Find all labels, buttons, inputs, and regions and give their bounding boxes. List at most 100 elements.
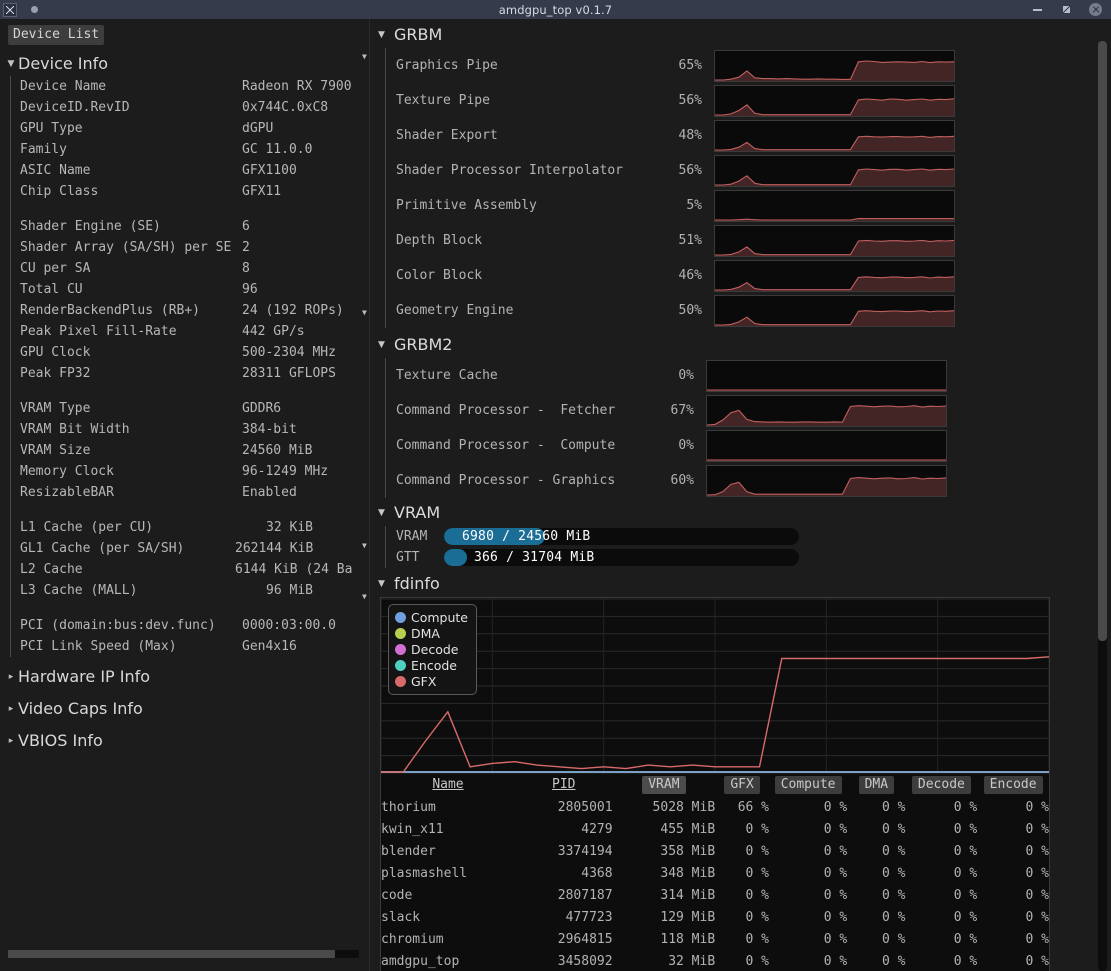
table-column-header-decode[interactable]: Decode xyxy=(906,774,978,797)
scroll-down-caret-icon[interactable]: ▼ xyxy=(362,52,367,61)
table-column-header-pid[interactable]: PID xyxy=(515,774,613,797)
device-info-value: 24560 MiB xyxy=(242,440,312,461)
device-info-row: Shader Array (SA/SH) per SE2 xyxy=(20,237,369,258)
legend-item[interactable]: DMA xyxy=(395,625,468,641)
close-button[interactable] xyxy=(1089,3,1102,16)
metric-sparkline xyxy=(714,190,955,222)
right-panel-vertical-scrollbar[interactable] xyxy=(1098,41,1107,971)
table-column-header-name[interactable]: Name xyxy=(381,774,515,797)
table-cell-vram: 118 MiB xyxy=(613,929,716,951)
table-cell-gfx: 0 % xyxy=(715,907,769,929)
legend-label: DMA xyxy=(411,626,440,641)
scroll-down-caret-icon[interactable]: ▼ xyxy=(362,541,367,550)
device-info-row: CU per SA8 xyxy=(20,258,369,279)
metric-row: Command Processor - Compute0% xyxy=(396,428,1111,463)
legend-item[interactable]: Decode xyxy=(395,641,468,657)
scroll-down-caret-icon[interactable]: ▼ xyxy=(362,308,367,317)
column-header-label: Compute xyxy=(775,776,842,794)
device-info-value: 32 KiB xyxy=(235,517,313,538)
sidebar-section-vbios-info[interactable]: ▸ VBIOS Info xyxy=(0,728,369,753)
scrollbar-thumb[interactable] xyxy=(1098,41,1107,641)
table-row[interactable]: amdgpu_top345809232 MiB0 %0 %0 %0 %0 % xyxy=(381,951,1049,971)
device-info-key: GPU Type xyxy=(20,118,242,139)
device-info-row: VRAM Bit Width384-bit xyxy=(20,419,369,440)
table-row[interactable]: plasmashell4368348 MiB0 %0 %0 %0 %0 % xyxy=(381,863,1049,885)
table-row[interactable]: blender3374194358 MiB0 %0 %0 %0 %0 % xyxy=(381,841,1049,863)
minimize-button[interactable] xyxy=(1031,3,1044,16)
table-cell-gfx: 66 % xyxy=(715,797,769,819)
metric-label: Command Processor - Fetcher xyxy=(396,403,654,418)
table-column-header-compute[interactable]: Compute xyxy=(769,774,847,797)
table-cell-name: blender xyxy=(381,841,515,863)
table-cell-pid: 477723 xyxy=(515,907,613,929)
device-info-row: GPU Clock500-2304 MHz xyxy=(20,342,369,363)
table-cell-encode: 0 % xyxy=(977,841,1049,863)
device-info-key: L2 Cache xyxy=(20,559,235,580)
left-panel-horizontal-scrollbar[interactable] xyxy=(8,950,359,958)
legend-item[interactable]: GFX xyxy=(395,673,468,689)
table-cell-name: kwin_x11 xyxy=(381,819,515,841)
table-row[interactable]: slack477723129 MiB0 %0 %0 %0 %0 % xyxy=(381,907,1049,929)
section-fdinfo[interactable]: ▼ fdinfo xyxy=(370,571,1111,597)
device-info-key: ResizableBAR xyxy=(20,482,242,503)
metric-label: Texture Pipe xyxy=(396,93,646,108)
table-cell-vram: 455 MiB xyxy=(613,819,716,841)
metric-value: 50% xyxy=(646,303,702,318)
column-header-label: GFX xyxy=(724,776,759,794)
legend-item[interactable]: Encode xyxy=(395,657,468,673)
metric-value: 51% xyxy=(646,233,702,248)
table-row[interactable]: code2807187314 MiB0 %0 %0 %0 %0 % xyxy=(381,885,1049,907)
table-row[interactable]: kwin_x114279455 MiB0 %0 %0 %0 %0 % xyxy=(381,819,1049,841)
table-cell-name: slack xyxy=(381,907,515,929)
device-info-key: Shader Array (SA/SH) per SE xyxy=(20,237,242,258)
device-info-value: Radeon RX 7900 xyxy=(242,76,359,97)
window-menu-dot[interactable] xyxy=(31,6,38,13)
chevron-down-icon: ▼ xyxy=(378,340,394,350)
metric-value: 65% xyxy=(646,58,702,73)
app-icon xyxy=(3,3,17,17)
scroll-down-caret-icon[interactable]: ▼ xyxy=(362,592,367,601)
table-cell-encode: 0 % xyxy=(977,797,1049,819)
fdinfo-chart-legend: ComputeDMADecodeEncodeGFX xyxy=(388,604,477,695)
table-row[interactable]: thorium28050015028 MiB66 %0 %0 %0 %0 % xyxy=(381,797,1049,819)
fdinfo-chart-svg xyxy=(381,598,1049,774)
table-column-header-gfx[interactable]: GFX xyxy=(715,774,769,797)
table-cell-dma: 0 % xyxy=(847,907,905,929)
device-info-key: PCI Link Speed (Max) xyxy=(20,636,242,657)
sidebar-section-label: Video Caps Info xyxy=(18,699,143,718)
maximize-button[interactable] xyxy=(1060,3,1073,16)
legend-item[interactable]: Compute xyxy=(395,609,468,625)
section-grbm2[interactable]: ▼ GRBM2 xyxy=(370,332,1111,358)
device-info-key: Shader Engine (SE) xyxy=(20,216,242,237)
metric-label: Color Block xyxy=(396,268,646,283)
main-content: Device List ▼ Device Info Device NameRad… xyxy=(0,19,1111,971)
table-column-header-dma[interactable]: DMA xyxy=(847,774,905,797)
table-column-header-vram[interactable]: VRAM xyxy=(613,774,716,797)
legend-label: Decode xyxy=(411,642,458,657)
section-label: VRAM xyxy=(394,503,440,522)
device-info-value: 96 xyxy=(242,279,258,300)
device-info-key: Memory Clock xyxy=(20,461,242,482)
device-info-row: PCI (domain:bus:dev.func)0000:03:00.0 xyxy=(20,615,369,636)
table-cell-gfx: 0 % xyxy=(715,819,769,841)
table-cell-compute: 0 % xyxy=(769,907,847,929)
device-list-button[interactable]: Device List xyxy=(8,25,104,45)
table-cell-encode: 0 % xyxy=(977,907,1049,929)
table-row[interactable]: chromium2964815118 MiB0 %0 %0 %0 %0 % xyxy=(381,929,1049,951)
scrollbar-thumb[interactable] xyxy=(8,950,335,958)
vram-label: GTT xyxy=(396,550,444,565)
column-header-label: Name xyxy=(426,776,469,794)
vram-label: VRAM xyxy=(396,529,444,544)
table-column-header-encode[interactable]: Encode xyxy=(977,774,1049,797)
table-cell-dma: 0 % xyxy=(847,819,905,841)
section-vram[interactable]: ▼ VRAM xyxy=(370,500,1111,526)
device-info-value: Gen4x16 xyxy=(242,636,297,657)
sidebar-section-hardware-ip-info[interactable]: ▸ Hardware IP Info xyxy=(0,664,369,689)
table-cell-name: plasmashell xyxy=(381,863,515,885)
section-grbm[interactable]: ▼ GRBM xyxy=(370,22,1111,48)
table-cell-compute: 0 % xyxy=(769,797,847,819)
sidebar-section-device-info[interactable]: ▼ Device Info xyxy=(0,51,369,76)
vram-progress-bar: 6980 / 24560 MiB xyxy=(444,528,799,545)
sidebar-section-video-caps-info[interactable]: ▸ Video Caps Info xyxy=(0,696,369,721)
chevron-down-icon: ▼ xyxy=(378,508,394,518)
